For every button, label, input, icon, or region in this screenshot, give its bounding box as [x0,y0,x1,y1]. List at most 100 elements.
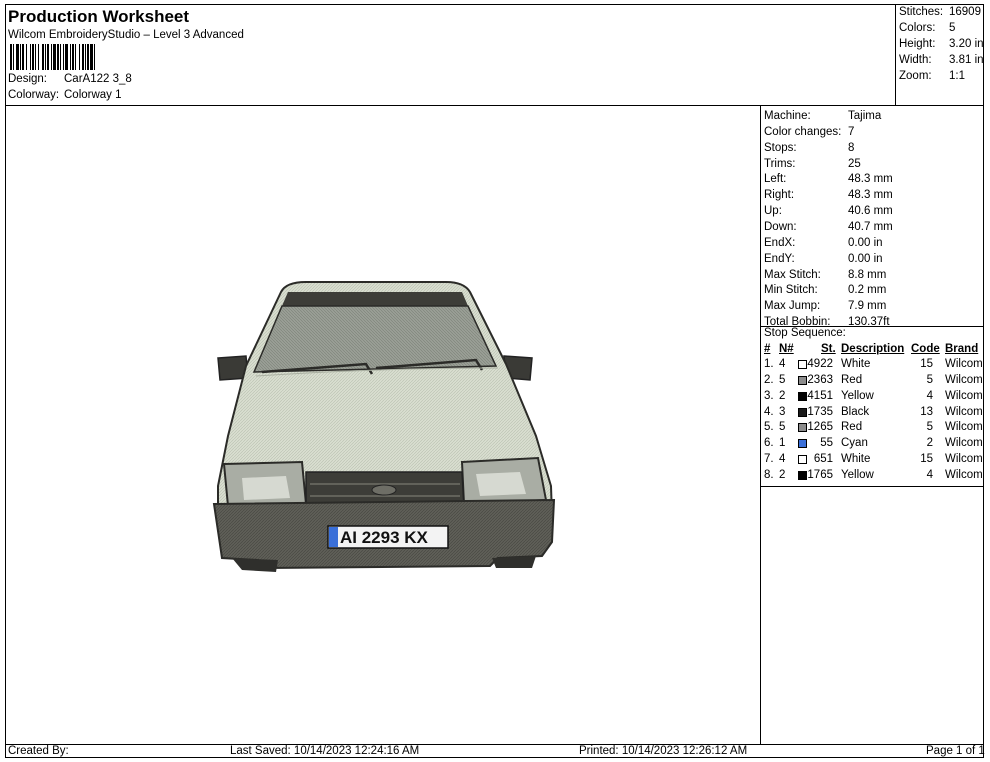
printed-date: Printed: 10/14/2023 12:26:12 AM [579,745,748,757]
stop-st: 651 [813,453,833,466]
stop-code: 2 [926,437,933,450]
stop-st: 4151 [807,389,833,402]
stop-code: 5 [926,421,933,434]
color-swatch [798,375,807,385]
stop-n: 4 [779,358,786,370]
stop-row: 7. 4 651 White 15 Wilcom [761,453,983,469]
color-swatch [798,470,807,480]
detail-label: Down: [764,220,797,233]
license-plate-text: AI 2293 KX [340,528,429,547]
detail-label: Max Stitch: [764,268,821,281]
stop-num: 7. [764,453,774,466]
detail-value: 7 [848,125,855,138]
color-swatch [798,423,807,433]
stop-num: 6. [764,437,774,450]
stop-brand: Wilcom [945,389,983,402]
stop-brand: Wilcom [945,405,983,418]
page-number: Page 1 of 1 [926,745,985,757]
detail-label: Left: [764,173,787,186]
stop-brand: Wilcom [945,421,983,434]
stop-st: 55 [820,437,833,450]
stop-brand: Wilcom [945,437,983,450]
stop-desc: Yellow [841,468,874,481]
stop-st: 4922 [807,358,833,370]
color-swatch [798,455,807,465]
stop-n: 3 [779,405,786,418]
detail-value: 8.8 mm [848,268,887,281]
stop-row: 4. 3 1735 Black 13 Wilcom [761,406,983,422]
detail-value: 0.00 in [848,252,883,265]
detail-label: Trims: [764,157,796,170]
stop-n: 5 [779,373,786,386]
stop-n: 1 [779,437,786,450]
stitches-value: 16909 [949,6,981,18]
stop-num: 1. [764,358,774,370]
stop-n: 2 [779,468,786,481]
stop-row: 6. 1 55 Cyan 2 Wilcom [761,437,983,453]
col-header-code: Code [911,343,940,355]
stop-row: 1. 4 4922 White 15 Wilcom [761,358,983,374]
design-row: Design: CarA122 3_8 [8,73,132,85]
stitches-label: Stitches: [899,6,944,18]
design-value: CarA122 3_8 [64,73,132,85]
detail-label: Right: [764,189,795,202]
last-saved: Last Saved: 10/14/2023 12:24:16 AM [230,745,420,757]
detail-value: 25 [848,157,861,170]
stop-code: 13 [920,405,933,418]
stop-brand: Wilcom [945,453,983,466]
detail-value: 40.7 mm [848,220,893,233]
col-header-n: N# [779,343,794,355]
height-value: 3.20 in [949,38,984,50]
colors-value: 5 [949,22,956,34]
stop-code: 5 [926,373,933,386]
col-header-st: St. [821,343,836,355]
stop-code: 4 [926,468,933,481]
detail-value: 7.9 mm [848,300,887,313]
detail-value: 48.3 mm [848,173,893,186]
stop-n: 4 [779,453,786,466]
stop-code: 4 [926,389,933,402]
design-label: Design: [8,73,47,85]
width-label: Width: [899,54,932,66]
detail-label: EndY: [764,252,795,265]
stop-desc: Black [841,405,870,418]
stop-n: 2 [779,389,786,402]
barcode-image [10,44,176,70]
detail-label: Stops: [764,141,797,154]
stop-code: 15 [920,358,933,370]
stop-row: 3. 2 4151 Yellow 4 Wilcom [761,390,983,406]
detail-label: Machine: [764,110,811,122]
stop-num: 5. [764,421,774,434]
stop-brand: Wilcom [945,373,983,386]
colorway-row: Colorway: Colorway 1 [8,89,122,101]
col-header-description: Description [841,343,905,355]
stop-st: 1735 [807,405,833,418]
detail-value: 8 [848,141,855,154]
stop-sequence-title: Stop Sequence: [764,327,846,339]
detail-value: 0.00 in [848,236,883,249]
colorway-label: Colorway: [8,89,60,101]
color-swatch [798,407,807,417]
stop-num: 4. [764,405,774,418]
design-info-panel: Machine: Tajima Color changes: 7 Stops: 8 Trim… [761,106,983,744]
color-swatch [798,360,807,369]
col-header-brand: Brand [945,343,979,355]
created-by: Created By: [8,745,69,757]
colorway-value: Colorway 1 [64,89,122,101]
stop-desc: White [841,453,871,466]
stop-row: 5. 5 1265 Red 5 Wilcom [761,421,983,437]
stop-brand: Wilcom [945,358,983,370]
detail-value: 48.3 mm [848,189,893,202]
height-label: Height: [899,38,936,50]
summary-panel: Stitches: 16909 Colors: 5 Height: 3.20 i… [895,5,984,106]
stop-desc: Cyan [841,437,868,450]
detail-label: Up: [764,205,782,218]
divider [761,486,983,487]
car-embroidery-image: AI 2293 KX [212,281,556,572]
stop-desc: White [841,358,871,370]
stop-st: 2363 [807,373,833,386]
page-title: Production Worksheet [8,7,190,26]
detail-label: Color changes: [764,125,842,138]
detail-label: Max Jump: [764,300,821,313]
stop-desc: Yellow [841,389,874,402]
